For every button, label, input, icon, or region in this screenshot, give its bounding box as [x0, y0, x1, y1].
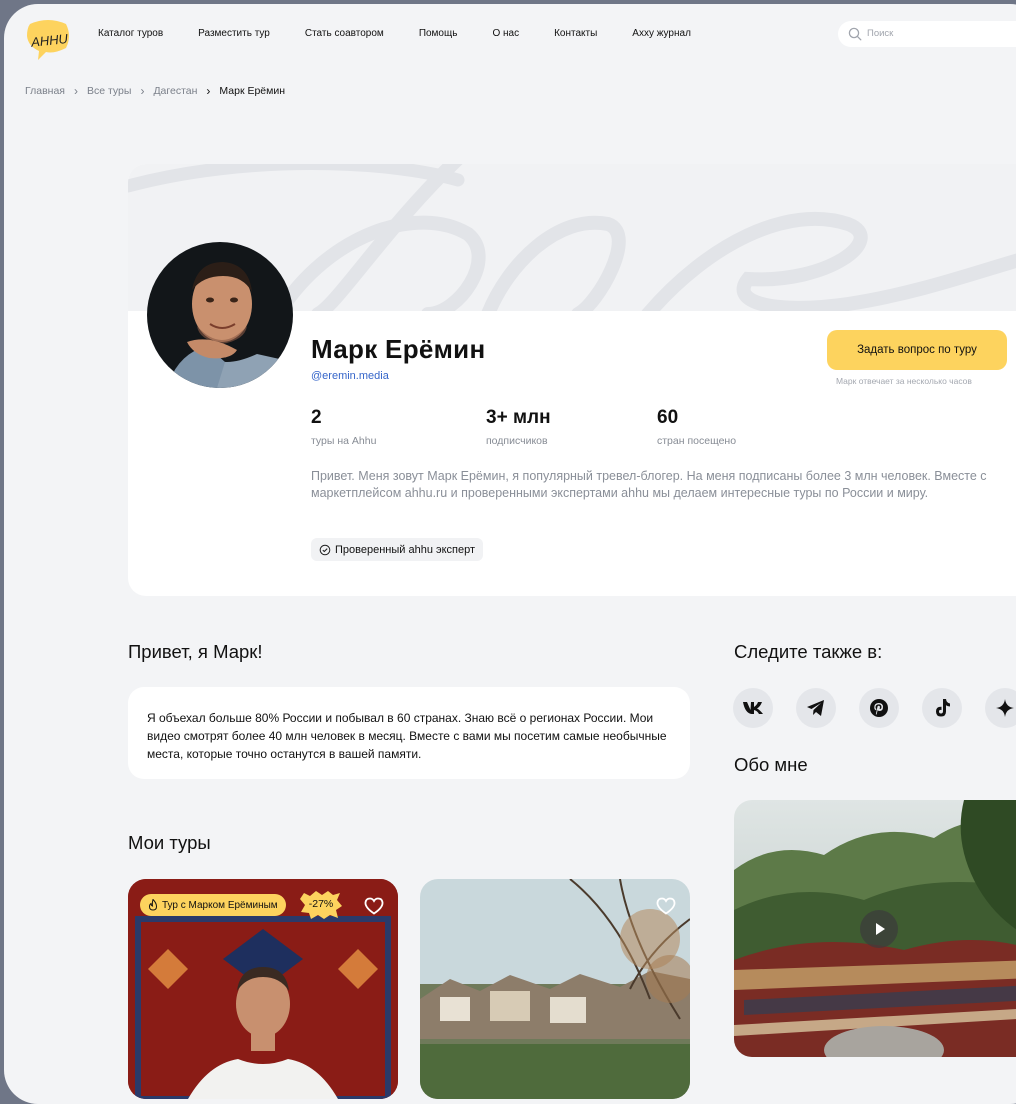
nav-item-contacts[interactable]: Контакты	[554, 28, 597, 39]
play-icon	[876, 923, 885, 935]
verified-badge-label: Проверенный ahhu эксперт	[335, 543, 476, 556]
nav-item-about[interactable]: О нас	[492, 28, 519, 39]
tours-title: Мои туры	[128, 832, 211, 853]
stat-tours: 2 туры на Ahhu	[311, 407, 376, 447]
stat-subscribers: 3+ млн подписчиков	[486, 407, 551, 447]
greeting-box: Я объехал больше 80% России и побывал в …	[128, 687, 690, 779]
nav-item-coauthor[interactable]: Стать соавтором	[305, 28, 384, 39]
breadcrumb-region[interactable]: Дагестан	[153, 85, 197, 97]
vk-icon[interactable]	[733, 688, 773, 728]
about-title: Обо мне	[734, 754, 808, 775]
search-placeholder: Поиск	[867, 28, 894, 39]
nav-item-place-tour[interactable]: Разместить тур	[198, 28, 270, 39]
tour-card[interactable]: Тур с Марком Ерёминым -27%	[128, 879, 398, 1099]
response-time-note: Марк отвечает за несколько часов	[836, 376, 972, 386]
heart-icon[interactable]	[656, 897, 676, 915]
stat-countries-label: стран посещено	[657, 435, 737, 447]
search-icon	[848, 27, 862, 41]
profile-handle-link[interactable]: @eremin.media	[311, 370, 389, 382]
nav-item-journal[interactable]: Ахху журнал	[632, 28, 691, 39]
chevron-right-icon: ›	[206, 84, 211, 98]
nav-item-help[interactable]: Помощь	[419, 28, 458, 39]
stat-subscribers-value: 3+ млн	[486, 407, 551, 428]
nav-menu: Каталог туров Разместить тур Стать соавт…	[98, 28, 726, 39]
stat-countries: 60 стран посещено	[657, 407, 736, 447]
greeting-title: Привет, я Марк!	[128, 641, 263, 662]
verified-expert-badge: Проверенный ahhu эксперт	[311, 538, 484, 561]
tiktok-icon[interactable]	[922, 688, 962, 728]
search-input[interactable]: Поиск	[838, 21, 1016, 47]
verified-check-icon	[319, 544, 331, 555]
telegram-icon[interactable]	[796, 688, 836, 728]
stat-tours-value: 2	[311, 407, 322, 428]
chevron-right-icon: ›	[73, 84, 78, 98]
tour-host-tag-label: Тур с Марком Ерёминым	[162, 899, 278, 911]
discount-value: -27%	[308, 898, 334, 910]
follow-title: Следите также в:	[734, 641, 883, 662]
profile-bio: Привет. Меня зовут Марк Ерёмин, я популя…	[311, 469, 987, 500]
profile-name: Марк Ерёмин	[311, 334, 486, 364]
ask-question-button[interactable]: Задать вопрос по туру	[827, 330, 1007, 370]
tour-host-tag: Тур с Марком Ерёминым	[140, 894, 286, 916]
sparkle-icon[interactable]	[985, 688, 1016, 728]
play-button[interactable]	[860, 910, 898, 948]
heart-icon[interactable]	[364, 897, 384, 915]
breadcrumb-home[interactable]: Главная	[25, 85, 65, 97]
flame-icon	[148, 899, 158, 911]
greeting-text: Я объехал больше 80% России и побывал в …	[147, 711, 667, 761]
avatar	[147, 242, 293, 388]
stat-countries-value: 60	[657, 407, 679, 428]
nav-item-catalog[interactable]: Каталог туров	[98, 28, 163, 39]
stat-subscribers-label: подписчиков	[486, 435, 548, 447]
breadcrumb: Главная › Все туры › Дагестан › Марк Ерё…	[25, 84, 285, 98]
tour-card[interactable]	[420, 879, 690, 1099]
breadcrumb-current: Марк Ерёмин	[219, 85, 286, 97]
chevron-right-icon: ›	[140, 84, 145, 98]
discount-badge: -27%	[300, 890, 342, 920]
breadcrumb-all-tours[interactable]: Все туры	[87, 85, 131, 97]
ahhu-logo[interactable]: AHHU	[24, 18, 72, 62]
browser-frame: AHHU Каталог туров Разместить тур Стать …	[4, 4, 1016, 1104]
about-video[interactable]	[734, 800, 1016, 1057]
stat-tours-label: туры на Ahhu	[311, 435, 377, 447]
top-navigation: AHHU Каталог туров Разместить тур Стать …	[4, 4, 1016, 66]
pinterest-icon[interactable]	[859, 688, 899, 728]
